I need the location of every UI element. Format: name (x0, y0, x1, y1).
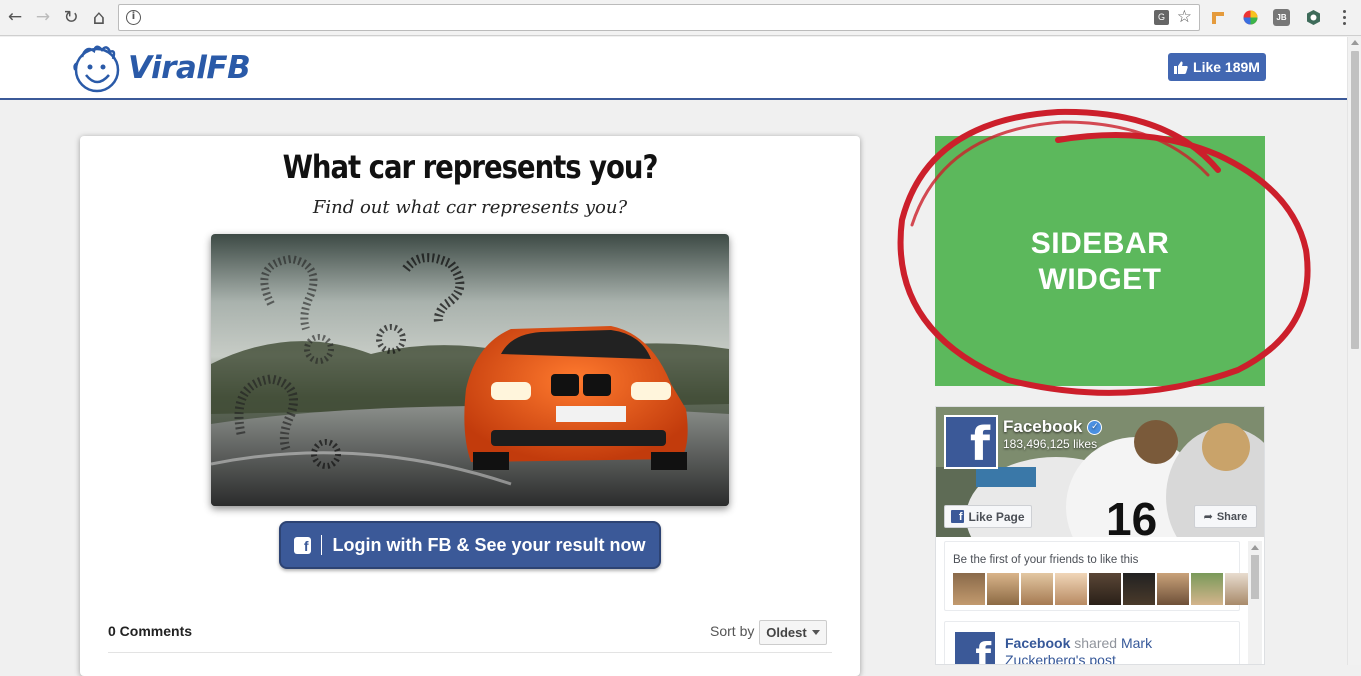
post-author[interactable]: Facebook (1005, 635, 1070, 651)
quiz-image (211, 234, 729, 506)
fb-post: f Facebook shared Mark Zuckerberg's post (944, 621, 1240, 664)
friend-avatar[interactable] (1123, 573, 1155, 605)
fb-page-name-text: Facebook (1003, 417, 1083, 436)
sidebar-widget-line2: WIDGET (1038, 263, 1162, 296)
svg-text:16: 16 (1106, 493, 1157, 537)
button-separator (321, 535, 323, 555)
sidebar-widget-label: SIDEBAR WIDGET (935, 226, 1265, 298)
sidebar-widget-line1: SIDEBAR (1030, 227, 1170, 260)
scrollbar-thumb[interactable] (1351, 51, 1359, 349)
scroll-up-icon[interactable] (1251, 545, 1259, 550)
extension-colorwheel-icon[interactable] (1242, 9, 1259, 26)
translate-icon[interactable]: G (1154, 10, 1169, 25)
comments-count: 0 Comments (108, 623, 193, 639)
post-text: Facebook shared Mark Zuckerberg's post (1005, 635, 1230, 664)
friend-avatar[interactable] (1021, 573, 1053, 605)
chevron-down-icon (811, 630, 820, 635)
back-icon[interactable]: ← (4, 6, 26, 28)
friend-avatar[interactable] (987, 573, 1019, 605)
share-button[interactable]: ➦ Share (1194, 505, 1257, 528)
site-info-icon[interactable]: i (126, 10, 141, 25)
site-header: ViralFB Like 189M (0, 37, 1347, 100)
quiz-card: What car represents you? Find out what c… (80, 136, 860, 676)
thumbs-up-icon (1174, 61, 1188, 74)
facebook-page-plugin: 16 f Facebook ✓ 183,496,125 likes f Like… (935, 406, 1265, 665)
like-page-label: Like Page (968, 509, 1025, 524)
post-author-avatar[interactable]: f (955, 632, 995, 664)
sort-value: Oldest (766, 625, 807, 640)
logo-face-icon (73, 45, 120, 93)
reload-icon[interactable]: ↻ (60, 6, 82, 28)
like-page-button[interactable]: f Like Page (944, 505, 1032, 528)
friend-avatar[interactable] (1089, 573, 1121, 605)
quiz-title: What car represents you? (282, 148, 659, 186)
friend-avatar[interactable] (1055, 573, 1087, 605)
sort-label: Sort by (710, 623, 755, 639)
scroll-up-icon[interactable] (1351, 40, 1359, 45)
fb-friends-text: Be the first of your friends to like thi… (953, 554, 1139, 566)
extension-jb-icon[interactable]: JB (1273, 9, 1290, 26)
address-bar[interactable]: i G ☆ (118, 4, 1200, 31)
friend-avatar[interactable] (1191, 573, 1223, 605)
verified-badge-icon: ✓ (1087, 419, 1103, 435)
friend-faces (953, 573, 1257, 605)
browser-toolbar: ← → ↻ ⌂ i G ☆ JB (0, 0, 1361, 36)
page-scrollbar[interactable] (1347, 37, 1361, 665)
login-with-fb-button[interactable]: f Login with FB & See your result now (279, 521, 661, 569)
bookmark-star-icon[interactable]: ☆ (1177, 7, 1192, 27)
logo-text: ViralFB (128, 50, 251, 86)
login-button-label: Login with FB & See your result now (332, 534, 646, 555)
fb-cover-photo[interactable]: 16 f Facebook ✓ 183,496,125 likes f Like… (936, 407, 1264, 537)
extension-shield-icon[interactable] (1305, 9, 1322, 26)
site-logo[interactable]: ViralFB (72, 43, 251, 93)
browser-menu-icon[interactable] (1338, 6, 1350, 28)
friend-avatar[interactable] (953, 573, 985, 605)
post-action: shared (1074, 635, 1118, 651)
fb-page-name[interactable]: Facebook ✓ (1003, 417, 1103, 437)
fb-page-likes: 183,496,125 likes (1003, 437, 1098, 451)
share-arrow-icon: ➦ (1203, 510, 1213, 523)
friend-avatar[interactable] (1157, 573, 1189, 605)
sort-select[interactable]: Oldest (759, 620, 827, 645)
car-image (211, 234, 729, 506)
like-button-label: Like 189M (1193, 59, 1260, 75)
quiz-subtitle: Find out what car represents you? (312, 197, 628, 218)
extension-pencil-icon[interactable] (1210, 9, 1227, 26)
facebook-icon: f (951, 510, 965, 523)
facebook-like-button[interactable]: Like 189M (1168, 53, 1266, 81)
home-icon[interactable]: ⌂ (88, 5, 110, 29)
forward-icon[interactable]: → (32, 6, 54, 28)
plugin-scrollbar[interactable] (1248, 541, 1262, 664)
fb-page-avatar[interactable]: f (944, 415, 998, 471)
divider (108, 652, 832, 653)
facebook-icon: f (294, 536, 312, 554)
sidebar-widget: SIDEBAR WIDGET (935, 136, 1265, 386)
plugin-scrollbar-thumb[interactable] (1251, 555, 1259, 599)
fb-friends-box: Be the first of your friends to like thi… (944, 541, 1257, 611)
share-label: Share (1216, 510, 1248, 523)
